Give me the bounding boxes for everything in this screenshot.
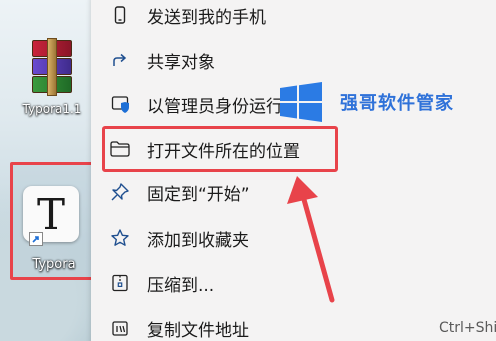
windows-logo-icon [280,82,322,122]
zip-icon [108,271,132,295]
shield-icon [108,92,132,116]
menu-item-add-to-favorites[interactable]: 添加到收藏夹 [108,222,496,254]
menu-item-label: 添加到收藏夹 [147,230,249,251]
menu-item-pin-to-start[interactable]: 固定到“开始” [108,176,496,208]
menu-item-shortcut: Ctrl+Shi [439,320,496,336]
star-icon [108,226,132,250]
menu-item-label: 以管理员身份运行 [147,96,283,117]
copy-path-icon [108,316,132,340]
menu-item-label: 压缩到... [147,275,215,296]
menu-item-send-to-phone[interactable]: 发送到我的手机 [108,0,496,31]
menu-item-label: 复制文件地址 [147,320,249,341]
menu-item-label: 固定到“开始” [147,184,250,205]
annotation-highlight-box [102,126,338,172]
menu-item-label: 发送到我的手机 [147,7,266,28]
menu-item-copy-file-path[interactable]: 复制文件地址 Ctrl+Shi [108,312,496,341]
shortcut-arrow-icon [29,232,43,246]
desktop-icon-winrar[interactable]: Typora1.1 [8,38,96,116]
watermark-text: 强哥软件管家 [340,93,454,114]
desktop-icon-label: Typora [32,257,76,272]
desktop-icon-label: Typora1.1 [22,102,82,116]
watermark: 强哥软件管家 [278,82,454,122]
winrar-icon [32,38,72,96]
menu-item-label: 共享对象 [147,52,215,73]
pin-icon [108,180,132,204]
menu-item-compress-to[interactable]: 压缩到... [108,267,496,299]
phone-icon [108,3,132,27]
menu-item-share[interactable]: 共享对象 [108,44,496,76]
share-icon [108,48,132,72]
